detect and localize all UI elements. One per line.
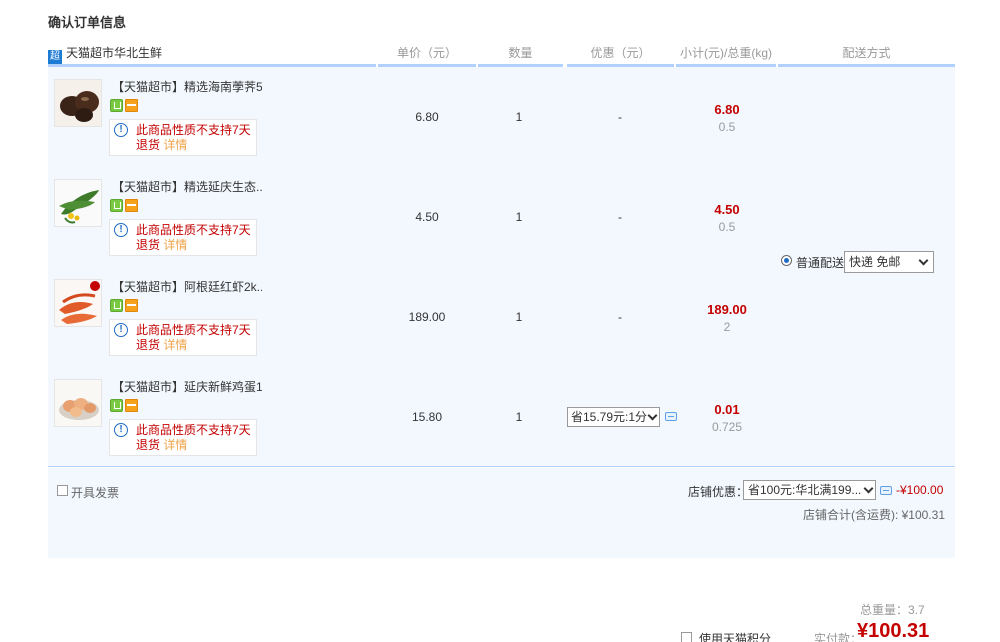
item-discount: -: [618, 310, 622, 324]
shop-discount-label: 店铺优惠：: [688, 485, 749, 499]
info-icon: !: [114, 323, 128, 337]
shop-name-header[interactable]: 超天猫超市华北生鲜: [48, 40, 376, 67]
service-icons: [110, 199, 140, 213]
delivery-column-header: 配送方式: [778, 40, 955, 67]
item-subtotal-cell: 189.00 2: [678, 267, 776, 367]
service-icons: [110, 99, 140, 113]
card-payment-icon[interactable]: [125, 99, 138, 112]
item-title-link[interactable]: 【天猫超市】阿根廷红虾2k...: [112, 278, 262, 295]
use-points-label: 使用天猫积分: [699, 632, 772, 642]
water-chestnut-photo[interactable]: [54, 79, 102, 127]
use-points-checkbox[interactable]: [681, 632, 692, 642]
chevron-down-icon: [863, 483, 874, 494]
item-quantity: 1: [515, 110, 523, 124]
chevron-down-icon: [647, 410, 658, 421]
order-items-panel: 【天猫超市】精选海南荸荠5... ! 此商品性质不支持7天退货 详情 6.80 …: [48, 67, 955, 467]
invoice-checkbox[interactable]: [57, 485, 68, 496]
order-item-row: 【天猫超市】精选海南荸荠5... ! 此商品性质不支持7天退货 详情 6.80 …: [48, 67, 955, 167]
fresh-guarantee-icon[interactable]: [110, 99, 123, 112]
shop-name: 天猫超市华北生鲜: [66, 46, 163, 60]
item-price: 4.50: [415, 210, 439, 224]
return-warning-text: 此商品性质不支持7天退货: [136, 223, 251, 252]
info-icon: !: [114, 223, 128, 237]
quantity-column-header: 数量: [478, 40, 563, 67]
item-weight: 0.5: [718, 120, 736, 134]
item-price: 6.80: [415, 110, 439, 124]
item-discount-selected: 省15.79元:1分: [571, 410, 648, 424]
item-discount: -: [618, 210, 622, 224]
service-icons: [110, 299, 140, 313]
item-title-link[interactable]: 【天猫超市】精选海南荸荠5...: [112, 78, 262, 95]
item-subtotal-cell: 0.01 0.725: [678, 367, 776, 467]
eggs-photo[interactable]: [54, 379, 102, 427]
page-title: 确认订单信息: [48, 15, 127, 30]
service-icons: [110, 399, 140, 413]
item-weight: 0.5: [718, 220, 736, 234]
order-item-row: 【天猫超市】阿根廷红虾2k... ! 此商品性质不支持7天退货 详情 189.0…: [48, 267, 955, 367]
item-title-link[interactable]: 【天猫超市】精选延庆生态...: [112, 178, 262, 195]
item-discount: -: [618, 110, 622, 124]
item-weight: 2: [723, 320, 731, 334]
item-discount-select[interactable]: 省15.79元:1分: [567, 407, 660, 427]
total-weight: 总重量：3.7: [860, 603, 925, 617]
shop-summary-panel: 开具发票 店铺优惠： 省100元:华北满199... -¥100.00 店铺合计…: [48, 468, 955, 558]
detail-link[interactable]: 详情: [163, 138, 187, 152]
standard-delivery-radio[interactable]: [781, 255, 792, 266]
item-quantity: 1: [515, 310, 523, 324]
tmall-supermarket-badge-icon: 超: [48, 50, 62, 64]
item-quantity: 1: [515, 410, 523, 424]
standard-delivery-label: 普通配送: [796, 256, 845, 270]
return-policy-notice: ! 此商品性质不支持7天退货 详情: [109, 119, 257, 156]
message-icon[interactable]: [665, 412, 677, 421]
return-warning-text: 此商品性质不支持7天退货: [136, 323, 251, 352]
return-policy-notice: ! 此商品性质不支持7天退货 详情: [109, 419, 257, 456]
message-icon[interactable]: [880, 486, 892, 495]
order-item-row: 【天猫超市】精选延庆生态... ! 此商品性质不支持7天退货 详情 4.50 1…: [48, 167, 955, 267]
delivery-method-selected: 快递 免邮: [849, 255, 901, 269]
item-subtotal-cell: 4.50 0.5: [678, 167, 776, 267]
order-item-row: 【天猫超市】延庆新鲜鸡蛋1... ! 此商品性质不支持7天退货 详情 15.80…: [48, 367, 955, 467]
shop-total: 店铺合计(含运费): ¥100.31: [802, 508, 945, 522]
card-payment-icon[interactable]: [125, 399, 138, 412]
chevron-down-icon: [918, 255, 929, 266]
item-quantity: 1: [515, 210, 523, 224]
actual-payment-amount: ¥100.31: [857, 620, 930, 642]
return-policy-notice: ! 此商品性质不支持7天退货 详情: [109, 319, 257, 356]
item-title-link[interactable]: 【天猫超市】延庆新鲜鸡蛋1...: [112, 378, 262, 395]
item-subtotal-cell: 6.80 0.5: [678, 67, 776, 167]
detail-link[interactable]: 详情: [163, 438, 187, 452]
item-subtotal: 6.80: [714, 102, 740, 117]
order-table-header: 超天猫超市华北生鲜 单价（元） 数量 优惠（元） 小计(元)/总重(kg) 配送…: [48, 40, 955, 67]
item-weight: 0.725: [711, 420, 743, 434]
price-column-header: 单价（元）: [378, 40, 476, 67]
shrimp-photo[interactable]: [54, 279, 102, 327]
detail-link[interactable]: 详情: [163, 338, 187, 352]
item-subtotal: 0.01: [714, 402, 740, 417]
shop-discount-select[interactable]: 省100元:华北满199...: [743, 480, 876, 500]
actual-payment-label: 实付款：: [814, 632, 863, 642]
shop-discount-selected: 省100元:华北满199...: [748, 483, 862, 497]
item-subtotal: 189.00: [707, 302, 747, 317]
item-price: 15.80: [411, 410, 443, 424]
return-warning-text: 此商品性质不支持7天退货: [136, 423, 251, 452]
card-payment-icon[interactable]: [125, 299, 138, 312]
fresh-guarantee-icon[interactable]: [110, 399, 123, 412]
shop-discount-amount: -¥100.00: [896, 483, 944, 497]
return-policy-notice: ! 此商品性质不支持7天退货 详情: [109, 219, 257, 256]
fresh-guarantee-icon[interactable]: [110, 299, 123, 312]
discount-column-header: 优惠（元）: [567, 40, 674, 67]
item-subtotal: 4.50: [714, 202, 740, 217]
card-payment-icon[interactable]: [125, 199, 138, 212]
cucumber-photo[interactable]: [54, 179, 102, 227]
delivery-method-select[interactable]: 快递 免邮: [844, 251, 934, 273]
return-warning-text: 此商品性质不支持7天退货: [136, 123, 251, 152]
info-icon: !: [114, 423, 128, 437]
info-icon: !: [114, 123, 128, 137]
invoice-label: 开具发票: [71, 486, 120, 500]
subtotal-column-header: 小计(元)/总重(kg): [676, 40, 776, 67]
detail-link[interactable]: 详情: [163, 238, 187, 252]
item-price: 189.00: [408, 310, 446, 324]
fresh-guarantee-icon[interactable]: [110, 199, 123, 212]
